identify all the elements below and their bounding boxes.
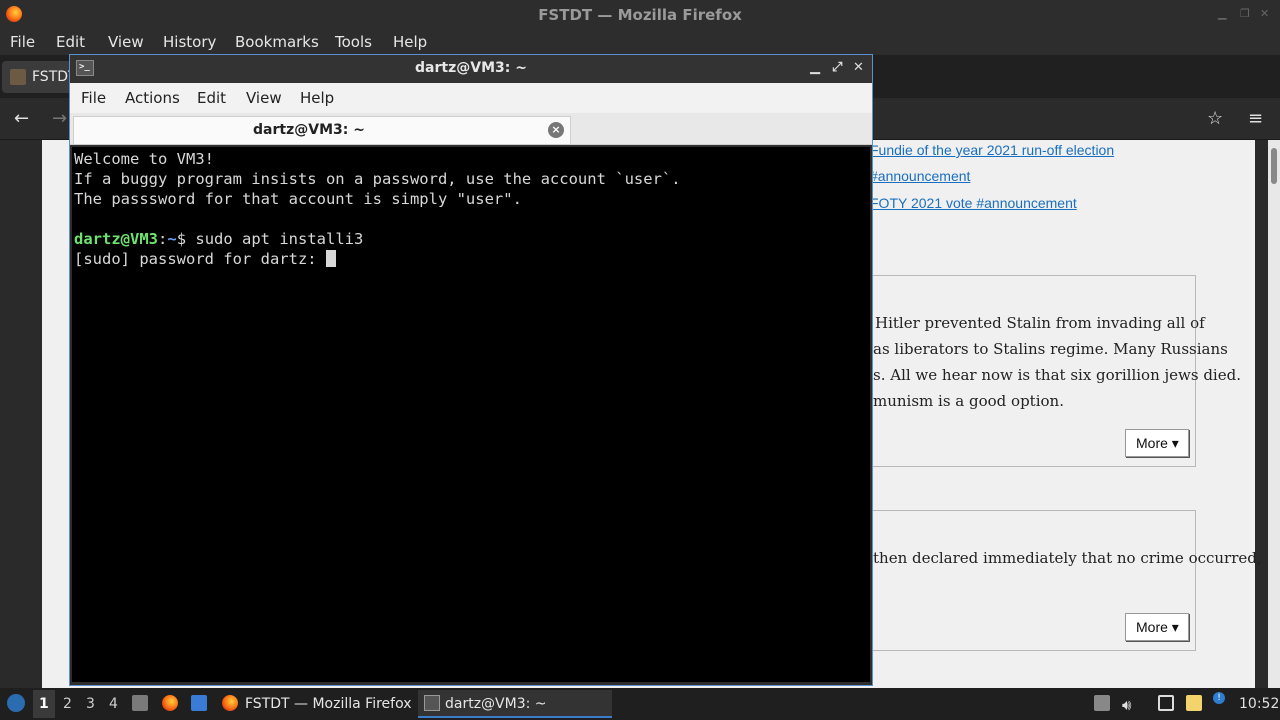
post-text-line: as liberators to Stalins regime. Many Ru… — [873, 340, 1228, 358]
sudo-prompt: [sudo] password for dartz: — [74, 250, 326, 268]
firefox-icon — [222, 695, 238, 711]
terminal-command: sudo apt installi3 — [195, 230, 364, 248]
post-text-line: s. All we hear now is that six gorillion… — [873, 366, 1241, 384]
terminal-window-title: dartz@VM3: ~ — [415, 60, 527, 76]
firefox-titlebar: FSTDT — Mozilla Firefox ▁ ❐ ✕ — [0, 0, 1280, 30]
link-foty-runoff[interactable]: Fundie of the year 2021 run-off election — [870, 142, 1114, 158]
favicon-icon — [10, 69, 26, 85]
terminal-icon — [424, 695, 440, 711]
prompt-user: dartz@VM3 — [74, 230, 158, 248]
terminal-menu-edit[interactable]: Edit — [197, 89, 226, 107]
more-button[interactable]: More ▾ — [1125, 613, 1189, 641]
post-text-line: then declared immediately that no crime … — [873, 549, 1262, 567]
terminal-window: >_ dartz@VM3: ~ ▁ ⤢ ✕ File Actions Edit … — [69, 54, 873, 686]
tab-close-icon[interactable]: × — [548, 122, 564, 138]
task-terminal[interactable]: dartz@VM3: ~ — [418, 690, 612, 718]
minimize-icon[interactable]: ▁ — [1218, 7, 1226, 20]
terminal-line: If a buggy program insists on a password… — [74, 170, 681, 188]
link-foty-vote[interactable]: FOTY 2021 vote #announcement — [870, 195, 1077, 211]
updates-icon[interactable]: ! — [1213, 692, 1225, 704]
prompt-symbol: $ — [176, 230, 196, 248]
menu-bookmarks[interactable]: Bookmarks — [235, 33, 319, 51]
prompt-separator: : — [158, 230, 168, 248]
terminal-titlebar[interactable]: >_ dartz@VM3: ~ ▁ ⤢ ✕ — [70, 55, 872, 83]
more-button[interactable]: More ▾ — [1125, 429, 1189, 457]
prompt-path: ~ — [167, 230, 177, 248]
scrollbar-thumb[interactable] — [1271, 148, 1277, 184]
maximize-icon[interactable]: ⤢ — [832, 60, 842, 75]
terminal-menu-file[interactable]: File — [81, 89, 106, 107]
firefox-launcher-icon[interactable] — [162, 695, 178, 711]
desktop: FSTDT — Mozilla Firefox ▁ ❐ ✕ File Edit … — [0, 0, 1280, 720]
firefox-menubar: File Edit View History Bookmarks Tools H… — [0, 30, 1280, 55]
menu-tools[interactable]: Tools — [335, 33, 372, 51]
task-label: FSTDT — Mozilla Firefox — [245, 696, 412, 712]
hamburger-menu-icon[interactable]: ≡ — [1248, 108, 1263, 129]
terminal-line: The passsword for that account is simply… — [74, 190, 522, 208]
post-card: then declared immediately that no crime … — [822, 510, 1262, 651]
terminal-prompt-line: dartz@VM3:~$ sudo apt installi3 — [74, 229, 870, 249]
post-card: Hitler prevented Stalin from invading al… — [822, 275, 1241, 467]
post-text-line: Hitler prevented Stalin from invading al… — [875, 314, 1205, 332]
menu-view[interactable]: View — [108, 33, 144, 51]
show-desktop-icon[interactable] — [191, 695, 207, 711]
maximize-icon[interactable]: ❐ — [1240, 7, 1250, 20]
forward-icon[interactable]: → — [52, 108, 67, 129]
task-label: dartz@VM3: ~ — [445, 696, 547, 712]
post-text-line: munism is a good option. — [873, 392, 1064, 410]
workspace-3[interactable]: 3 — [86, 696, 95, 712]
bookmark-star-icon[interactable]: ☆ — [1207, 108, 1223, 129]
notes-icon[interactable] — [1186, 695, 1202, 711]
terminal-tabbar: dartz@VM3: ~ × — [70, 113, 872, 145]
link-announcement[interactable]: #announcement — [870, 168, 970, 184]
terminal-menubar: File Actions Edit View Help — [70, 83, 872, 113]
text-cursor — [325, 250, 336, 267]
workspace-1[interactable]: 1 — [39, 696, 49, 712]
clock[interactable]: 10:52 — [1239, 696, 1279, 712]
menu-help[interactable]: Help — [393, 33, 427, 51]
firefox-window-title: FSTDT — Mozilla Firefox — [538, 6, 742, 24]
terminal-line: Welcome to VM3! — [74, 150, 214, 168]
minimize-icon[interactable]: ▁ — [810, 60, 820, 75]
menu-edit[interactable]: Edit — [56, 33, 85, 51]
clipboard-icon[interactable] — [1094, 695, 1110, 711]
close-icon[interactable]: ✕ — [853, 60, 864, 75]
close-icon[interactable]: ✕ — [1260, 7, 1269, 20]
terminal-menu-actions[interactable]: Actions — [125, 89, 180, 107]
terminal-menu-help[interactable]: Help — [300, 89, 334, 107]
menu-file[interactable]: File — [10, 33, 35, 51]
start-menu-icon[interactable] — [7, 694, 25, 712]
workspace-4[interactable]: 4 — [109, 696, 118, 712]
terminal-output[interactable]: Welcome to VM3! If a buggy program insist… — [72, 147, 870, 682]
terminal-tab-title: dartz@VM3: ~ — [253, 122, 365, 138]
back-icon[interactable]: ← — [14, 108, 29, 129]
screenshot-icon[interactable] — [1158, 695, 1174, 711]
page-scrollbar[interactable] — [1268, 140, 1280, 688]
file-manager-icon[interactable] — [132, 695, 148, 711]
terminal-tab[interactable]: dartz@VM3: ~ × — [73, 116, 571, 144]
workspace-2[interactable]: 2 — [63, 696, 72, 712]
terminal-menu-view[interactable]: View — [246, 89, 282, 107]
taskbar: 1 2 3 4 FSTDT — Mozilla Firefox dartz@VM… — [0, 688, 1280, 720]
sudo-prompt-line: [sudo] password for dartz: — [74, 249, 870, 269]
volume-icon[interactable]: 🔊︎ — [1122, 696, 1131, 714]
menu-history[interactable]: History — [163, 33, 216, 51]
task-firefox[interactable]: FSTDT — Mozilla Firefox — [218, 690, 414, 718]
